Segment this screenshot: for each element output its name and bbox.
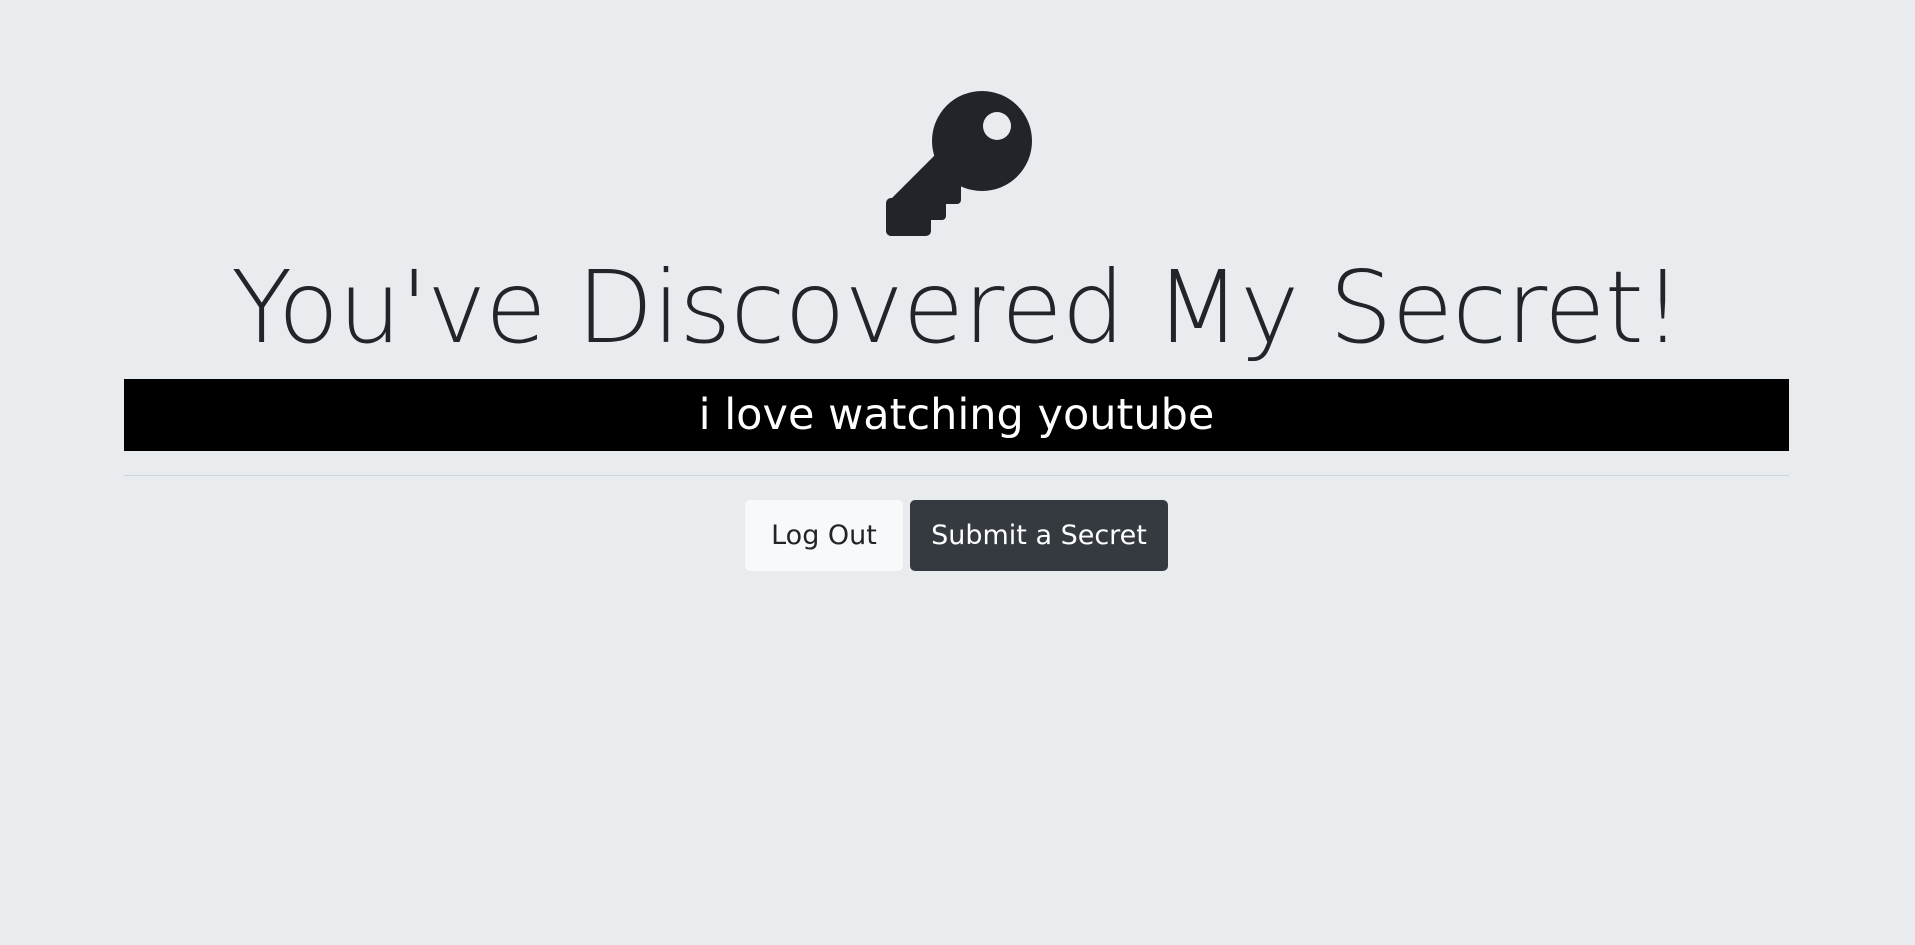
secret-text: i love watching youtube	[124, 379, 1789, 451]
logout-button[interactable]: Log Out	[745, 500, 903, 571]
key-icon	[884, 90, 1034, 240]
page-title: You've Discovered My Secret!	[231, 249, 1683, 366]
action-buttons: Log Out Submit a Secret	[124, 500, 1789, 571]
divider	[124, 475, 1789, 476]
submit-secret-button[interactable]: Submit a Secret	[910, 500, 1168, 571]
